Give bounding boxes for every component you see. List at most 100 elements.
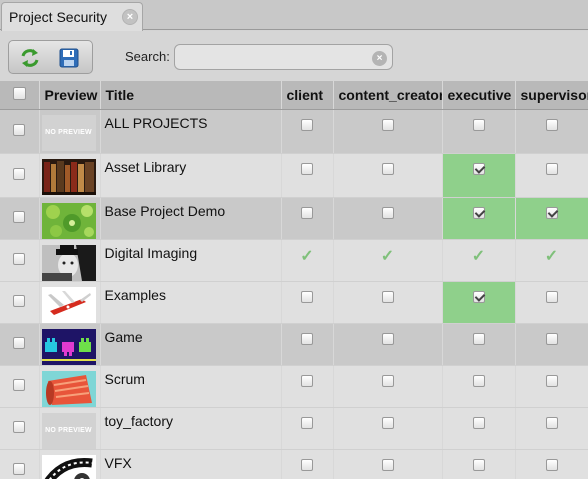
table-row[interactable]: NO PREVIEW toy_factory xyxy=(0,407,588,450)
row-select-cell xyxy=(0,323,40,366)
permission-checkbox-client[interactable] xyxy=(301,118,313,131)
inherited-check-icon: ✓ xyxy=(380,247,395,265)
permission-checkbox-supervisor[interactable] xyxy=(545,118,558,131)
project-title: VFX xyxy=(100,449,282,479)
column-header-executive[interactable]: executive xyxy=(442,81,516,110)
project-thumbnail xyxy=(41,158,96,195)
search-input[interactable] xyxy=(174,44,393,70)
permission-checkbox-executive[interactable] xyxy=(472,162,485,175)
permission-checkbox-content-creator[interactable] xyxy=(381,458,394,471)
permission-checkbox-executive[interactable] xyxy=(472,458,485,471)
permission-cell-client xyxy=(281,407,334,450)
permission-cell-content-creator xyxy=(333,449,443,479)
permission-checkbox-content-creator[interactable] xyxy=(381,118,394,131)
permission-cell-client xyxy=(281,197,334,240)
permission-checkbox-executive[interactable] xyxy=(472,290,485,303)
table-row[interactable]: Asset Library xyxy=(0,153,588,198)
permission-checkbox-client[interactable] xyxy=(301,332,313,345)
permission-checkbox-content-creator[interactable] xyxy=(381,332,394,345)
table-row[interactable]: Base Project Demo xyxy=(0,197,588,240)
permission-checkbox-supervisor[interactable] xyxy=(545,206,558,219)
row-select-cell xyxy=(0,153,40,198)
permission-checkbox-client[interactable] xyxy=(301,458,313,471)
permission-checkbox-client[interactable] xyxy=(301,374,313,387)
row-select-checkbox[interactable] xyxy=(13,294,26,307)
project-title: Digital Imaging xyxy=(100,239,282,282)
refresh-button[interactable] xyxy=(19,47,41,69)
table-row[interactable]: Game xyxy=(0,323,588,366)
permission-checkbox-supervisor[interactable] xyxy=(545,162,558,175)
permission-checkbox-executive[interactable] xyxy=(472,332,485,345)
permission-cell-supervisor xyxy=(515,109,588,154)
permission-checkbox-client[interactable] xyxy=(301,206,313,219)
table-row[interactable]: VFX xyxy=(0,449,588,479)
permission-checkbox-content-creator[interactable] xyxy=(381,374,394,387)
save-icon xyxy=(59,48,79,68)
table-row[interactable]: Scrum xyxy=(0,365,588,408)
row-select-checkbox[interactable] xyxy=(13,210,26,223)
permission-checkbox-supervisor[interactable] xyxy=(545,332,558,345)
row-select-checkbox[interactable] xyxy=(13,420,26,433)
save-button[interactable] xyxy=(58,47,80,69)
permission-checkbox-supervisor[interactable] xyxy=(545,290,558,303)
table-row[interactable]: NO PREVIEW ALL PROJECTS xyxy=(0,109,588,154)
permission-checkbox-supervisor[interactable] xyxy=(545,458,558,471)
column-header-supervisor[interactable]: supervisor xyxy=(515,81,588,110)
permission-cell-executive xyxy=(442,323,516,366)
row-select-checkbox[interactable] xyxy=(13,336,26,349)
row-select-checkbox[interactable] xyxy=(13,462,26,475)
preview-cell xyxy=(39,197,101,240)
permission-cell-executive xyxy=(442,197,516,240)
permission-checkbox-executive[interactable] xyxy=(472,374,485,387)
permission-cell-content-creator xyxy=(333,197,443,240)
row-select-checkbox[interactable] xyxy=(13,167,26,180)
permission-cell-executive xyxy=(442,153,516,198)
permission-checkbox-content-creator[interactable] xyxy=(381,416,394,429)
permission-checkbox-executive[interactable] xyxy=(472,206,485,219)
preview-cell xyxy=(39,323,101,366)
row-select-checkbox[interactable] xyxy=(13,252,26,265)
permission-checkbox-content-creator[interactable] xyxy=(381,290,394,303)
project-title: Game xyxy=(100,323,282,366)
permission-checkbox-client[interactable] xyxy=(301,290,313,303)
column-header-client[interactable]: client xyxy=(281,81,334,110)
column-header-content-creator[interactable]: content_creator xyxy=(333,81,443,110)
tab-bar: Project Security × xyxy=(0,0,588,31)
permission-cell-client xyxy=(281,153,334,198)
permission-checkbox-executive[interactable] xyxy=(472,118,485,131)
permission-cell-content-creator xyxy=(333,281,443,324)
toolbar-button-group xyxy=(8,40,93,74)
close-icon[interactable]: × xyxy=(122,9,138,25)
project-thumbnail xyxy=(41,244,96,281)
permission-cell-content-creator xyxy=(333,109,443,154)
permission-cell-supervisor: ✓ xyxy=(515,239,588,282)
row-select-cell xyxy=(0,281,40,324)
row-select-checkbox[interactable] xyxy=(13,378,26,391)
row-select-cell xyxy=(0,109,40,154)
permission-cell-supervisor xyxy=(515,281,588,324)
select-all-checkbox[interactable] xyxy=(12,86,26,100)
table-row[interactable]: Digital Imaging ✓ ✓ ✓ ✓ xyxy=(0,239,588,282)
clear-search-icon[interactable]: × xyxy=(372,51,387,66)
permission-checkbox-supervisor[interactable] xyxy=(545,374,558,387)
table-row[interactable]: Examples xyxy=(0,281,588,324)
permission-cell-client xyxy=(281,281,334,324)
column-header-preview[interactable]: Preview xyxy=(39,81,101,110)
permission-checkbox-supervisor[interactable] xyxy=(545,416,558,429)
tab-project-security[interactable]: Project Security × xyxy=(1,2,143,31)
permission-checkbox-content-creator[interactable] xyxy=(381,206,394,219)
inherited-check-icon: ✓ xyxy=(471,247,486,265)
permission-checkbox-content-creator[interactable] xyxy=(381,162,394,175)
permission-checkbox-client[interactable] xyxy=(301,162,313,175)
column-header-title[interactable]: Title xyxy=(100,81,282,110)
project-thumbnail xyxy=(41,202,96,239)
search-label: Search: xyxy=(125,49,170,64)
row-select-checkbox[interactable] xyxy=(13,123,26,136)
project-title: Asset Library xyxy=(100,153,282,198)
project-title: Base Project Demo xyxy=(100,197,282,240)
permission-cell-executive xyxy=(442,281,516,324)
preview-cell xyxy=(39,365,101,408)
permission-checkbox-executive[interactable] xyxy=(472,416,485,429)
permission-cell-supervisor xyxy=(515,365,588,408)
permission-checkbox-client[interactable] xyxy=(301,416,313,429)
